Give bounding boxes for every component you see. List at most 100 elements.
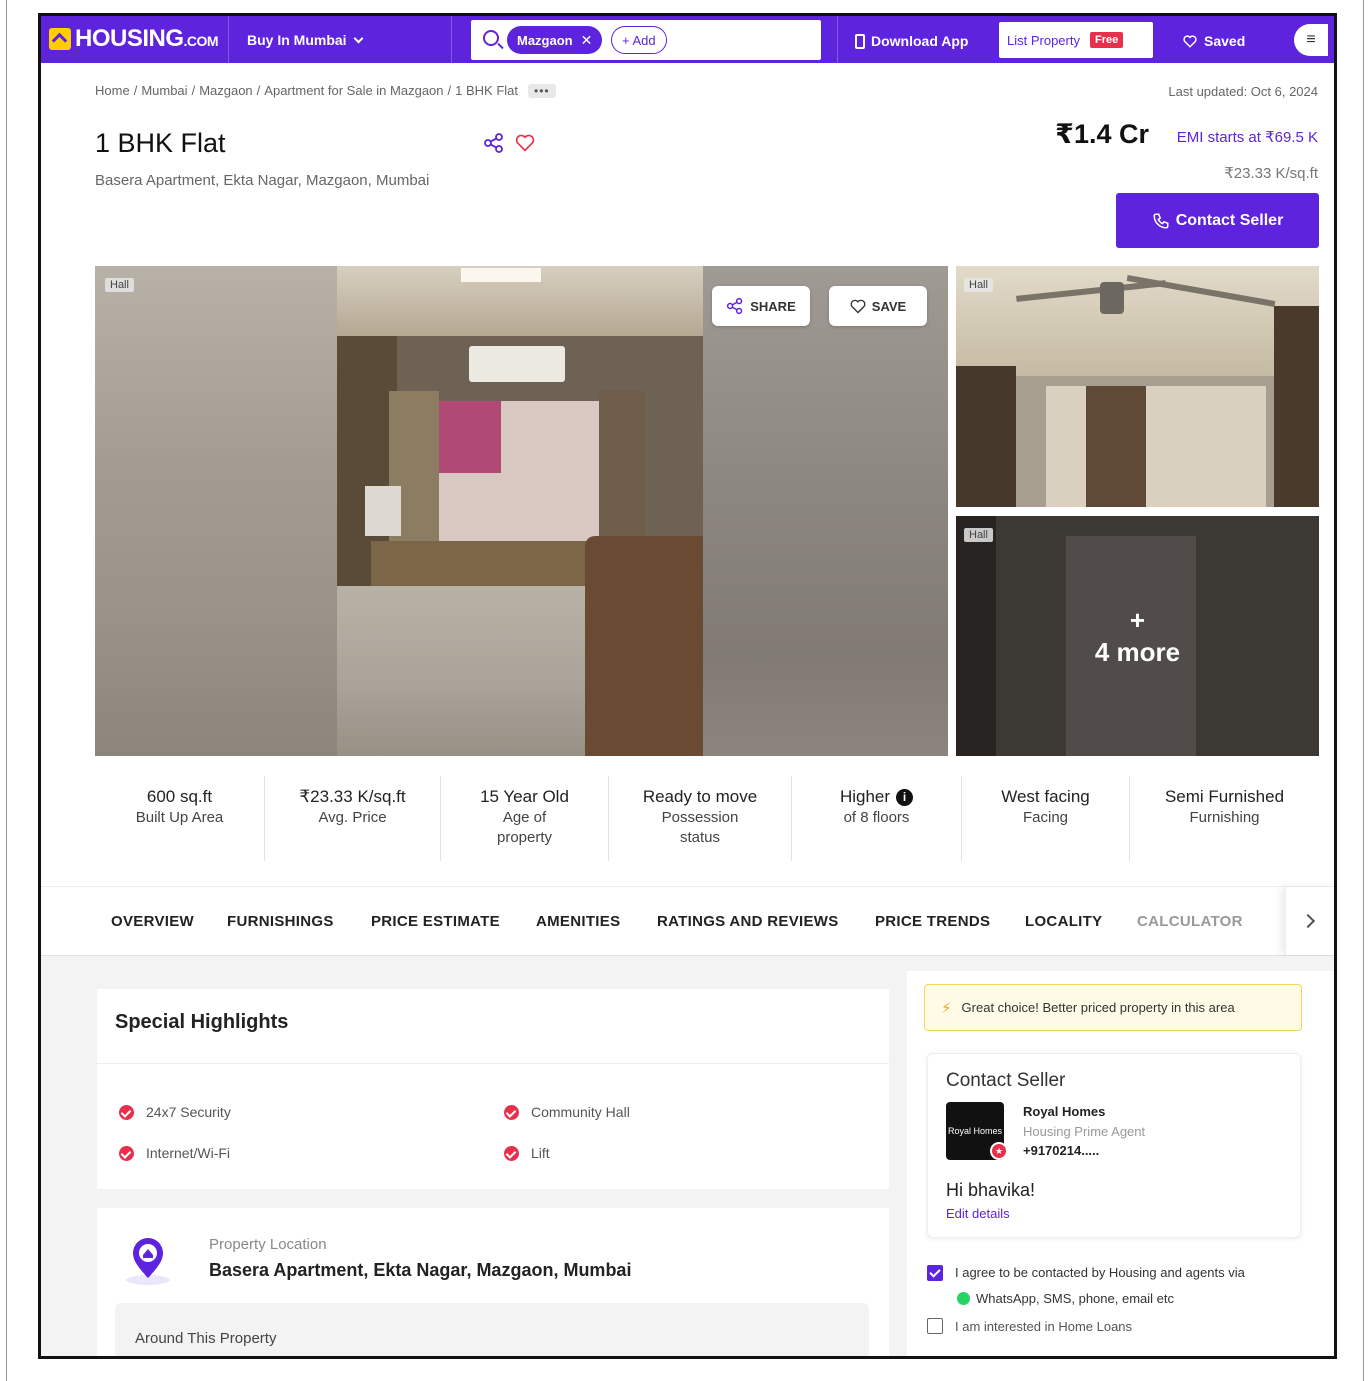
side-photo-hall[interactable]: Hall (956, 266, 1319, 507)
save-label: SAVE (871, 298, 907, 314)
check-circle-icon (119, 1145, 134, 1161)
location-address: Basera Apartment, Ekta Nagar, Mazgaon, M… (209, 1260, 632, 1280)
check-circle-icon (504, 1145, 519, 1161)
location-label: Property Location (209, 1236, 327, 1253)
listing-title: 1 BHK Flat (95, 128, 226, 158)
hall-photo (337, 266, 703, 756)
search-icon[interactable] (483, 30, 499, 46)
list-property-label: List Property (1007, 32, 1080, 48)
share-photo-button[interactable]: SHARE (712, 286, 810, 326)
share-icon (727, 297, 743, 315)
plus-icon: + (1129, 605, 1146, 635)
contact-seller-button[interactable]: Contact Seller (1116, 193, 1319, 248)
consent-checkbox[interactable] (927, 1265, 943, 1281)
breadcrumb-current: 1 BHK Flat (455, 83, 518, 98)
seller-name: Royal Homes (1023, 1104, 1106, 1119)
listing-address: Basera Apartment, Ekta Nagar, Mazgaon, M… (95, 172, 430, 189)
save-photo-button[interactable]: SAVE (829, 286, 927, 326)
tab-locality[interactable]: LOCALITY (1025, 913, 1102, 930)
browser-frame: HOUSING.COM Buy In Mumbai Mazgaon ✕ + Add… (38, 13, 1337, 1359)
lightning-icon: ⚡ (941, 999, 952, 1017)
contact-seller-title: Contact Seller (946, 1070, 1066, 1091)
housing-logo[interactable]: HOUSING.COM (49, 25, 219, 52)
breadcrumb: Home / Mumbai / Mazgaon / Apartment for Sal… (95, 83, 556, 98)
free-badge: Free (1089, 32, 1124, 48)
around-label: Around This Property (135, 1330, 277, 1347)
locality-chip[interactable]: Mazgaon ✕ (507, 26, 603, 54)
price-insight-text: Great choice! Better priced property in … (961, 1000, 1235, 1015)
saved-link[interactable]: Saved (1183, 33, 1245, 49)
price-insight-banner: ⚡ Great choice! Better priced property in… (924, 984, 1302, 1031)
location-pin-icon (126, 1238, 170, 1285)
highlight-item: Community Hall (504, 1104, 630, 1120)
breadcrumb-more-button[interactable]: ••• (528, 83, 556, 98)
hamburger-icon: ≡ (1306, 31, 1316, 48)
more-photos-tile[interactable]: Hall +4 more (956, 516, 1319, 756)
edit-details-link[interactable]: Edit details (946, 1206, 1010, 1221)
contact-seller-label: Contact Seller (1175, 211, 1284, 229)
spec-furnishing: Semi Furnished Furnishing (1164, 787, 1285, 826)
highlight-item: Lift (504, 1145, 550, 1161)
list-property-button[interactable]: List Property Free (999, 22, 1153, 58)
photo-tag: Hall (964, 278, 993, 292)
spec-facing: West facing Facing (962, 776, 1130, 861)
add-locality-button[interactable]: + Add (611, 26, 667, 54)
nav-divider (837, 16, 838, 63)
consent-checkbox-row[interactable]: I agree to be contacted by Housing and a… (927, 1265, 1245, 1281)
home-logo-icon (49, 28, 71, 50)
section-tabs: OVERVIEW FURNISHINGS PRICE ESTIMATE AMEN… (41, 886, 1334, 956)
prime-star-icon: ★ (990, 1142, 1008, 1160)
breadcrumb-home[interactable]: Home (95, 83, 130, 98)
main-photo[interactable]: Hall SHARE SAVE (95, 266, 948, 756)
mobile-phone-icon (855, 33, 865, 49)
spec-avg-price: ₹23.33 K/sq.ft Avg. Price (265, 776, 441, 861)
tabs-next-button[interactable] (1285, 887, 1334, 955)
spec-floor: Higher i of 8 floors (792, 776, 962, 861)
tab-ratings-reviews[interactable]: RATINGS AND REVIEWS (657, 913, 839, 930)
tab-price-trends[interactable]: PRICE TRENDS (875, 913, 990, 930)
tab-furnishings[interactable]: FURNISHINGS (227, 913, 334, 930)
home-loan-checkbox[interactable] (927, 1318, 943, 1334)
breadcrumb-locality[interactable]: Mazgaon (199, 83, 252, 98)
breadcrumb-category[interactable]: Apartment for Sale in Mazgaon (264, 83, 443, 98)
tab-calculator[interactable]: CALCULATOR (1137, 913, 1243, 930)
tab-price-estimate[interactable]: PRICE ESTIMATE (371, 913, 500, 930)
share-icon[interactable] (483, 132, 505, 154)
nav-divider (228, 16, 229, 63)
info-icon[interactable]: i (896, 789, 914, 806)
nav-divider (451, 16, 452, 63)
search-bar[interactable]: Mazgaon ✕ + Add (471, 20, 821, 60)
spec-built-up-area: 600 sq.ft Built Up Area (95, 776, 265, 861)
price-per-sqft: ₹23.33 K/sq.ft (1224, 165, 1318, 182)
hamburger-menu-button[interactable]: ≡ (1294, 24, 1328, 56)
heart-icon (850, 299, 866, 313)
seller-role: Housing Prime Agent (1023, 1124, 1146, 1139)
heart-icon (1183, 34, 1197, 48)
photo-tag: Hall (105, 278, 134, 292)
blurred-photo-right (703, 266, 948, 756)
whatsapp-icon (957, 1292, 970, 1305)
home-loan-checkbox-row[interactable]: I am interested in Home Loans (927, 1318, 1132, 1334)
top-navbar: HOUSING.COM Buy In Mumbai Mazgaon ✕ + Add… (41, 16, 1334, 63)
page-border-right (1363, 0, 1364, 1381)
property-location-card: Property Location Basera Apartment, Ekta… (97, 1208, 889, 1356)
seller-phone: +9170214..... (1023, 1143, 1100, 1158)
city-selector[interactable]: Buy In Mumbai (247, 32, 364, 48)
tab-overview[interactable]: OVERVIEW (111, 913, 194, 930)
greeting: Hi bhavika! (946, 1180, 1036, 1200)
around-this-property[interactable]: Around This Property (115, 1303, 869, 1356)
contact-sidebar: ⚡ Great choice! Better priced property in… (907, 971, 1334, 1356)
blurred-photo-left (95, 266, 337, 756)
photo-tag: Hall (964, 528, 993, 542)
last-updated: Last updated: Oct 6, 2024 (1168, 84, 1318, 99)
tab-amenities[interactable]: AMENITIES (536, 913, 620, 930)
locality-chip-label: Mazgaon (517, 32, 573, 48)
more-photos-count: 4 more (1094, 637, 1181, 667)
download-app-link[interactable]: Download App (855, 33, 968, 49)
heart-icon[interactable] (515, 134, 535, 152)
close-icon[interactable]: ✕ (581, 32, 593, 49)
chevron-down-icon (353, 33, 364, 44)
breadcrumb-city[interactable]: Mumbai (141, 83, 187, 98)
home-loan-label: I am interested in Home Loans (955, 1318, 1133, 1334)
emi-link[interactable]: EMI starts at ₹69.5 K (1177, 128, 1318, 146)
